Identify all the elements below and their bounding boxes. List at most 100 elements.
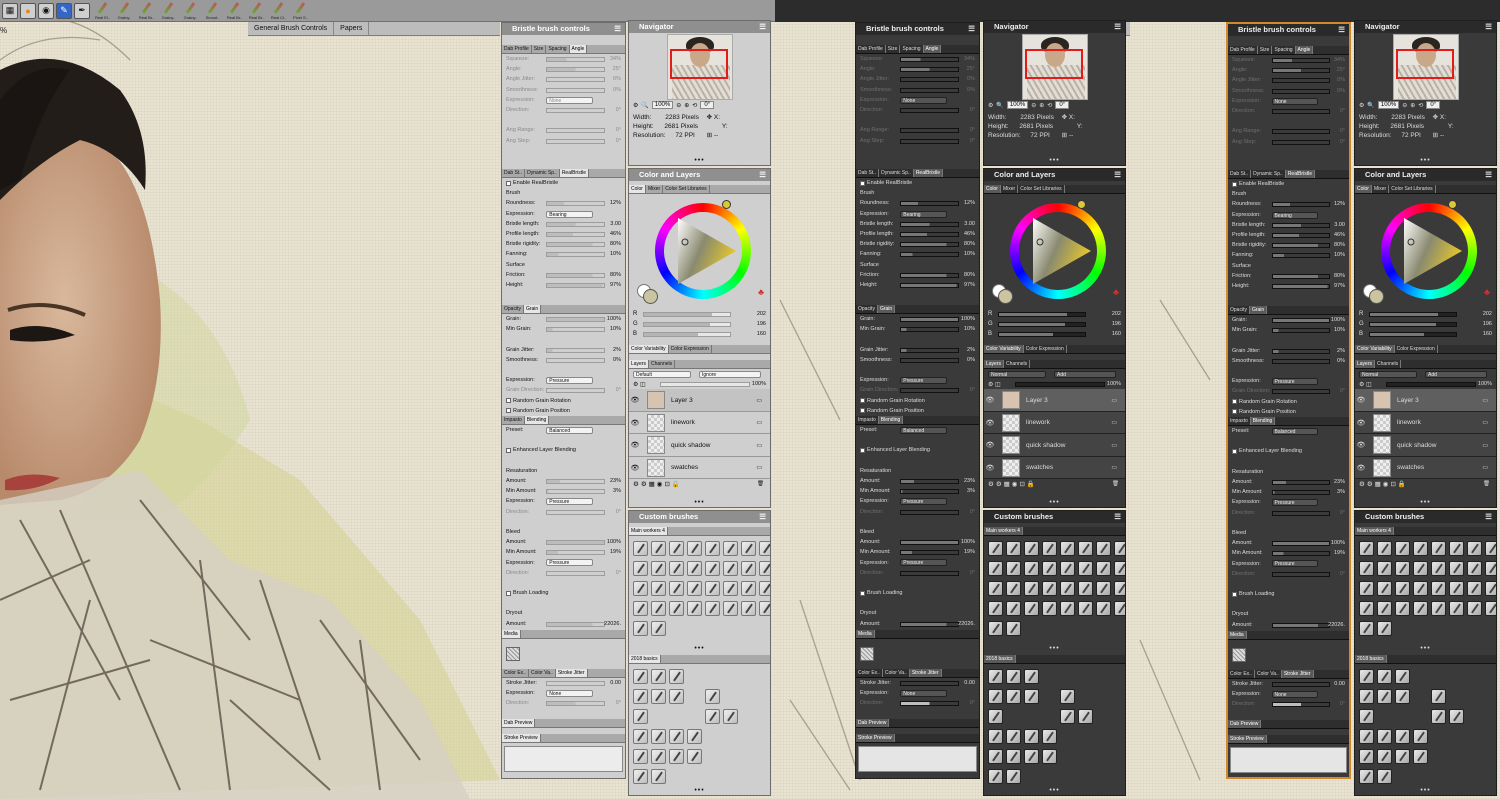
eye-icon[interactable]: 👁 [1355,419,1367,427]
slider-track[interactable] [546,357,606,363]
slider-value[interactable]: 3% [1337,489,1345,495]
rotation-field[interactable]: 0° [1055,101,1070,109]
custom-brush-button[interactable] [1006,541,1021,556]
panel-tab[interactable]: RealBristle [1285,170,1315,178]
panel-resize-dots[interactable]: ••• [629,499,770,506]
slider-value[interactable]: 0° [1340,128,1345,134]
custom-brush-button[interactable] [1413,541,1428,556]
custom-brush-button[interactable] [651,749,666,764]
checkbox[interactable] [506,408,511,414]
custom-brush-button[interactable] [633,749,648,764]
panel-tab[interactable]: Dynamic Sp.. [1251,170,1286,178]
slider-track[interactable] [1271,328,1330,334]
panel-tab[interactable]: Stroke Jitter [555,669,588,677]
layer-lock-icon[interactable]: ▭ [756,397,762,404]
custom-brush-button[interactable] [1024,669,1039,684]
slider-track[interactable] [1271,283,1330,289]
panel-tab[interactable]: Blending [878,416,904,424]
custom-brush-button[interactable] [1006,621,1021,636]
panel-tab[interactable]: Grain [877,305,896,313]
expression-dropdown[interactable]: None [1271,97,1318,105]
eye-icon[interactable]: 👁 [1355,441,1367,449]
slider-value[interactable]: 80% [610,241,621,247]
opacity-value[interactable]: 100% [752,381,766,387]
custom-brush-button[interactable] [1060,581,1075,596]
panel-tab[interactable]: Color Variability [629,345,669,353]
control-row[interactable]: Preset: Balanced [1228,426,1349,436]
control-row[interactable]: Bristle rigidity: 80% [856,239,979,249]
custom-brush-button[interactable] [988,749,1003,764]
slider-track[interactable] [1271,358,1330,364]
zoom-in-icon[interactable]: ⊕ [1039,102,1044,109]
slider-track[interactable] [900,327,960,333]
control-row[interactable]: Angle: 25° [856,64,979,74]
composite-method-dropdown[interactable]: Default [633,371,691,378]
custom-brush-button[interactable] [1431,601,1446,616]
custom-brush-button[interactable] [633,621,648,636]
panel-tab[interactable]: Color Set Libraries [1389,185,1436,193]
slider-track[interactable] [900,489,960,495]
color-wheel[interactable] [1381,200,1477,299]
custom-brush-button[interactable] [633,561,648,576]
custom-brush-button[interactable] [988,689,1003,704]
custom-brush-button[interactable] [651,561,666,576]
custom-brush-button[interactable] [705,709,720,724]
control-row[interactable]: Direction: 0° [856,568,979,578]
panel-tab[interactable]: Color Variability [984,345,1024,353]
color-dot-icon[interactable]: ● [20,2,36,19]
zoom-field[interactable]: 100% [1377,101,1400,109]
color-picker-icon[interactable]: ♣ [758,287,764,297]
slider-value[interactable]: 0% [967,87,975,93]
custom-brush-button[interactable] [1042,749,1057,764]
grid-icon[interactable]: ▦ [2,2,18,19]
custom-brush-button[interactable] [723,561,738,576]
control-row[interactable]: Profile length: 46% [502,229,625,239]
expression-dropdown[interactable]: None [900,96,947,104]
layer-row[interactable]: 👁 swatches ▭ [629,457,770,480]
custom-brush-button[interactable] [1006,729,1021,744]
slider-track[interactable] [900,681,960,686]
channel-value[interactable]: 160 [1112,331,1121,337]
rotation-field[interactable]: 0° [700,101,715,109]
zoom-field[interactable]: 100% [1006,101,1029,109]
control-row[interactable]: Grain: 100% [856,314,979,324]
panel-resize-dots[interactable]: ••• [1355,499,1496,506]
custom-brush-button[interactable] [651,621,666,636]
slider-value[interactable]: 0% [1337,88,1345,94]
slider-value[interactable]: 0° [970,138,975,144]
panel-tab[interactable]: RealBristle [559,169,589,177]
control-row[interactable]: Brush Loading [502,588,625,598]
custom-brush-button[interactable] [1377,621,1392,636]
slider-track[interactable] [1271,541,1330,547]
panel-tab[interactable]: Layers [629,360,650,368]
expression-dropdown[interactable]: Pressure [546,377,593,385]
slider-value[interactable]: 10% [1334,252,1345,258]
control-row[interactable]: Min Amount: 3% [1228,487,1349,497]
custom-brush-button[interactable] [1395,749,1410,764]
control-row[interactable]: Enable RealBristle [1228,179,1349,189]
brush-tool-icon[interactable]: ✎ [56,2,72,19]
control-row[interactable]: Direction: 0° [502,698,625,708]
panel-tab[interactable]: Angle [569,45,588,53]
control-row[interactable]: Min Amount: 3% [856,486,979,496]
slider-track[interactable] [546,550,606,556]
control-row[interactable]: Expression: Pressure [502,375,625,385]
control-row[interactable]: Expression: None [502,688,625,698]
layer-row[interactable]: 👁 swatches ▭ [984,456,1125,480]
paper-dot-icon[interactable]: ◉ [38,2,54,19]
opacity-row[interactable]: ⚙ ◫ 100% [629,379,770,389]
control-row[interactable]: Enhanced Layer Blending [502,445,625,455]
layer-lock-icon[interactable]: ▭ [756,419,762,426]
expression-dropdown[interactable]: Pressure [1271,560,1318,568]
slider-value[interactable]: 0° [1340,510,1345,516]
slider-track[interactable] [546,77,606,83]
slider-track[interactable] [1271,253,1330,259]
slider-track[interactable] [900,357,960,363]
slider-value[interactable]: 80% [610,272,621,278]
control-row[interactable]: Direction: 0° [856,507,979,517]
control-row[interactable]: Fanning: 10% [856,249,979,259]
layer-row[interactable]: 👁 linework ▭ [984,411,1125,435]
expression-dropdown[interactable]: Pressure [900,377,947,385]
slider-value[interactable]: 0% [1337,77,1345,83]
slider-value[interactable]: 10% [964,251,975,257]
